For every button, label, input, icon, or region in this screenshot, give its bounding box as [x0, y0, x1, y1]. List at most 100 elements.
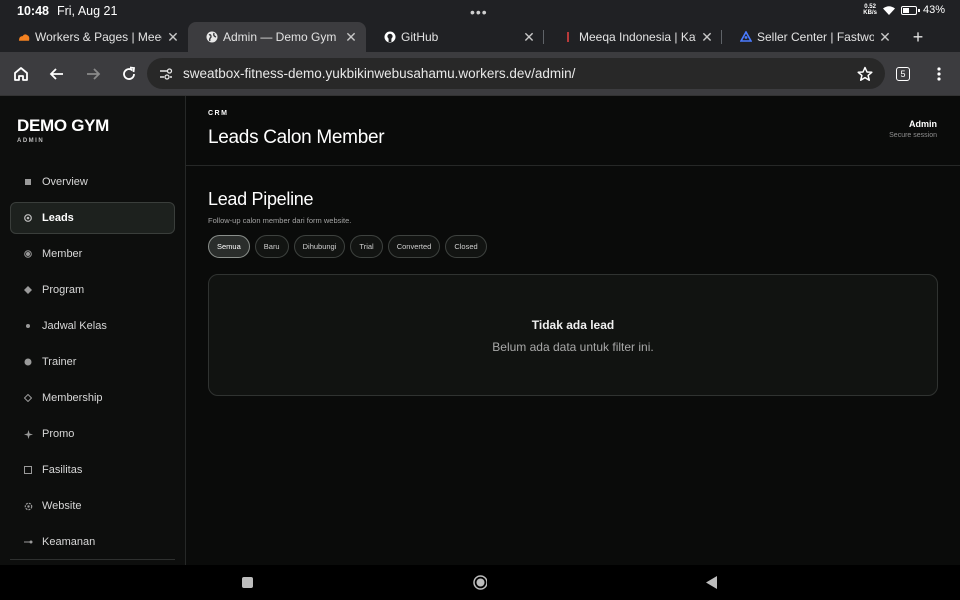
- sidebar-item-website[interactable]: Website: [10, 490, 175, 522]
- tab-meeqa-indonesia[interactable]: Meeqa Indonesia | Katalog ✕: [544, 22, 722, 52]
- diamond-outline-icon: [23, 393, 33, 403]
- empty-message: Belum ada data untuk filter ini.: [492, 340, 654, 354]
- sidebar-item-keamanan[interactable]: Keamanan: [10, 526, 175, 558]
- menu-button[interactable]: [921, 56, 957, 92]
- filter-baru[interactable]: Baru: [254, 235, 289, 258]
- close-icon[interactable]: ✕: [344, 29, 358, 46]
- key-icon: [23, 537, 33, 547]
- cloudflare-icon: [18, 31, 30, 43]
- sidebar-item-label: Overview: [42, 176, 88, 188]
- more-dots-icon[interactable]: •••: [470, 4, 488, 20]
- sidebar-item-leads[interactable]: Leads: [10, 202, 175, 234]
- admin-app: DEMO GYM ADMIN Overview Leads Member Pro…: [0, 95, 960, 565]
- sidebar-item-label: Fasilitas: [42, 464, 83, 476]
- lead-pipeline-section: Lead Pipeline Follow-up calon member dar…: [208, 189, 938, 258]
- close-icon[interactable]: ✕: [878, 29, 892, 46]
- battery-icon: [900, 5, 920, 15]
- recents-icon: [241, 576, 253, 588]
- plus-icon: +: [912, 26, 924, 47]
- sidebar-item-label: Membership: [42, 392, 103, 404]
- tab-workers-pages[interactable]: Workers & Pages | Meeqa.ir ✕: [0, 22, 188, 52]
- tab-github[interactable]: GitHub ✕: [366, 22, 544, 52]
- site-settings-icon[interactable]: [159, 67, 173, 80]
- github-icon: [384, 31, 396, 43]
- tab-strip: Workers & Pages | Meeqa.ir ✕ Admin — Dem…: [0, 22, 960, 52]
- page-header: CRM Leads Calon Member Admin Secure sess…: [186, 96, 960, 166]
- close-icon[interactable]: ✕: [522, 29, 536, 46]
- sidebar-item-membership[interactable]: Membership: [10, 382, 175, 414]
- tab-switcher-button[interactable]: 5: [885, 56, 921, 92]
- status-bar: 10:48 Fri, Aug 21 ••• 0.52 KB/s 43%: [0, 0, 960, 22]
- home-icon: [14, 66, 28, 81]
- sidebar-item-label: Keamanan: [42, 536, 96, 548]
- sidebar-item-member[interactable]: Member: [10, 238, 175, 270]
- tab-count: 5: [896, 66, 910, 81]
- home-button[interactable]: [3, 56, 39, 92]
- network-speed: 0.52 KB/s: [863, 4, 877, 16]
- sidebar-item-label: Trainer: [42, 356, 77, 368]
- tab-admin-demo-gym[interactable]: Admin — Demo Gym ✕: [188, 22, 366, 52]
- ring-icon: [23, 249, 33, 259]
- sidebar-item-jadwal-kelas[interactable]: Jadwal Kelas: [10, 310, 175, 342]
- sidebar-item-overview[interactable]: Overview: [10, 166, 175, 198]
- square-outline-icon: [23, 465, 33, 475]
- arrow-right-icon: [87, 67, 101, 80]
- reload-button[interactable]: [111, 56, 147, 92]
- target-icon: [23, 213, 33, 223]
- section-title: Lead Pipeline: [208, 189, 314, 209]
- globe-icon: [206, 31, 218, 43]
- dot-icon: [23, 321, 33, 331]
- sidebar-nav: Overview Leads Member Program Jadwal Kel…: [10, 166, 175, 562]
- sidebar-item-program[interactable]: Program: [10, 274, 175, 306]
- forward-button[interactable]: [75, 56, 111, 92]
- more-vert-icon: [937, 66, 941, 81]
- filter-converted[interactable]: Converted: [387, 235, 441, 258]
- address-bar[interactable]: sweatbox-fitness-demo.yukbikinwebusahamu…: [147, 58, 885, 89]
- tab-seller-center[interactable]: Seller Center | Fastwork.id ✕: [722, 22, 900, 52]
- back-button[interactable]: [39, 56, 75, 92]
- filter-chips: Semua Baru Dihubungi Trial Converted Clo…: [208, 235, 938, 258]
- clock: 10:48: [17, 4, 49, 18]
- user-info[interactable]: Admin Secure session: [889, 119, 937, 139]
- breadcrumb: CRM: [208, 110, 229, 117]
- main-content: CRM Leads Calon Member Admin Secure sess…: [186, 96, 960, 565]
- empty-title: Tidak ada lead: [531, 318, 615, 332]
- gear-icon: [23, 501, 33, 511]
- sidebar-item-trainer[interactable]: Trainer: [10, 346, 175, 378]
- sidebar-item-label: Leads: [42, 212, 74, 224]
- reload-icon: [123, 66, 136, 80]
- sidebar-item-label: Member: [42, 248, 83, 260]
- meeqa-icon: [562, 31, 574, 43]
- home-circle-icon: [473, 574, 487, 590]
- close-icon[interactable]: ✕: [166, 29, 180, 46]
- url-text[interactable]: sweatbox-fitness-demo.yukbikinwebusahamu…: [183, 66, 857, 81]
- diamond-icon: [23, 285, 33, 295]
- sidebar-item-label: Program: [42, 284, 85, 296]
- sidebar-item-label: Website: [42, 500, 82, 512]
- sidebar-item-label: Promo: [42, 428, 75, 440]
- brand-name: DEMO GYM: [17, 116, 110, 135]
- recents-button[interactable]: [240, 575, 254, 589]
- system-nav-bar: [0, 565, 960, 600]
- browser-toolbar: sweatbox-fitness-demo.yukbikinwebusahamu…: [0, 52, 960, 95]
- new-tab-button[interactable]: +: [900, 22, 936, 52]
- sidebar-item-promo[interactable]: Promo: [10, 418, 175, 450]
- empty-state: Tidak ada lead Belum ada data untuk filt…: [208, 274, 938, 396]
- filter-semua[interactable]: Semua: [208, 235, 250, 258]
- close-icon[interactable]: ✕: [700, 29, 714, 46]
- sidebar-item-fasilitas[interactable]: Fasilitas: [10, 454, 175, 486]
- home-nav-button[interactable]: [473, 574, 487, 590]
- page-title: Leads Calon Member: [208, 127, 385, 148]
- date: Fri, Aug 21: [56, 4, 118, 18]
- brand[interactable]: DEMO GYM ADMIN: [0, 96, 185, 144]
- filter-dihubungi[interactable]: Dihubungi: [293, 235, 346, 258]
- session-status: Secure session: [889, 132, 937, 139]
- circle-icon: [23, 357, 33, 367]
- triangle-back-icon: [706, 575, 717, 589]
- star-icon[interactable]: [857, 66, 873, 82]
- fastwork-icon: [740, 31, 752, 43]
- filter-closed[interactable]: Closed: [445, 235, 487, 258]
- filter-trial[interactable]: Trial: [350, 235, 383, 258]
- back-nav-button[interactable]: [705, 575, 719, 589]
- status-icons: 0.52 KB/s 43%: [863, 4, 945, 16]
